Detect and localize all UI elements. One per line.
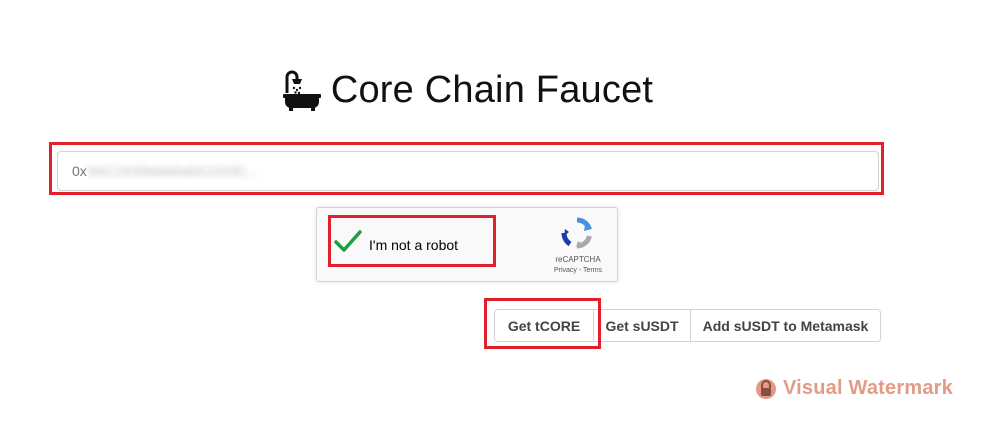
lock-icon xyxy=(756,379,776,399)
add-susdt-metamask-button[interactable]: Add sUSDT to Metamask xyxy=(690,310,880,341)
page-title: Core Chain Faucet xyxy=(330,68,654,111)
input-highlight-box xyxy=(49,142,884,195)
get-susdt-button[interactable]: Get sUSDT xyxy=(593,310,690,341)
watermark-text: Visual Watermark xyxy=(783,376,953,399)
recaptcha-brand-text: reCAPTCHA xyxy=(555,255,601,264)
button-highlight-box xyxy=(484,298,601,349)
title-group: Core Chain Faucet xyxy=(281,69,653,112)
faucet-page: Core Chain Faucet 0x 9AC1fc59d4d4a6A1533… xyxy=(0,0,1000,434)
recaptcha-logo-icon xyxy=(561,217,592,249)
recaptcha-privacy-terms-links[interactable]: Privacy - Terms xyxy=(538,267,618,274)
captcha-highlight-box xyxy=(328,215,496,267)
page-header: Core Chain Faucet xyxy=(0,62,1000,118)
watermark: Visual Watermark xyxy=(755,376,953,400)
bathtub-icon xyxy=(282,70,321,111)
